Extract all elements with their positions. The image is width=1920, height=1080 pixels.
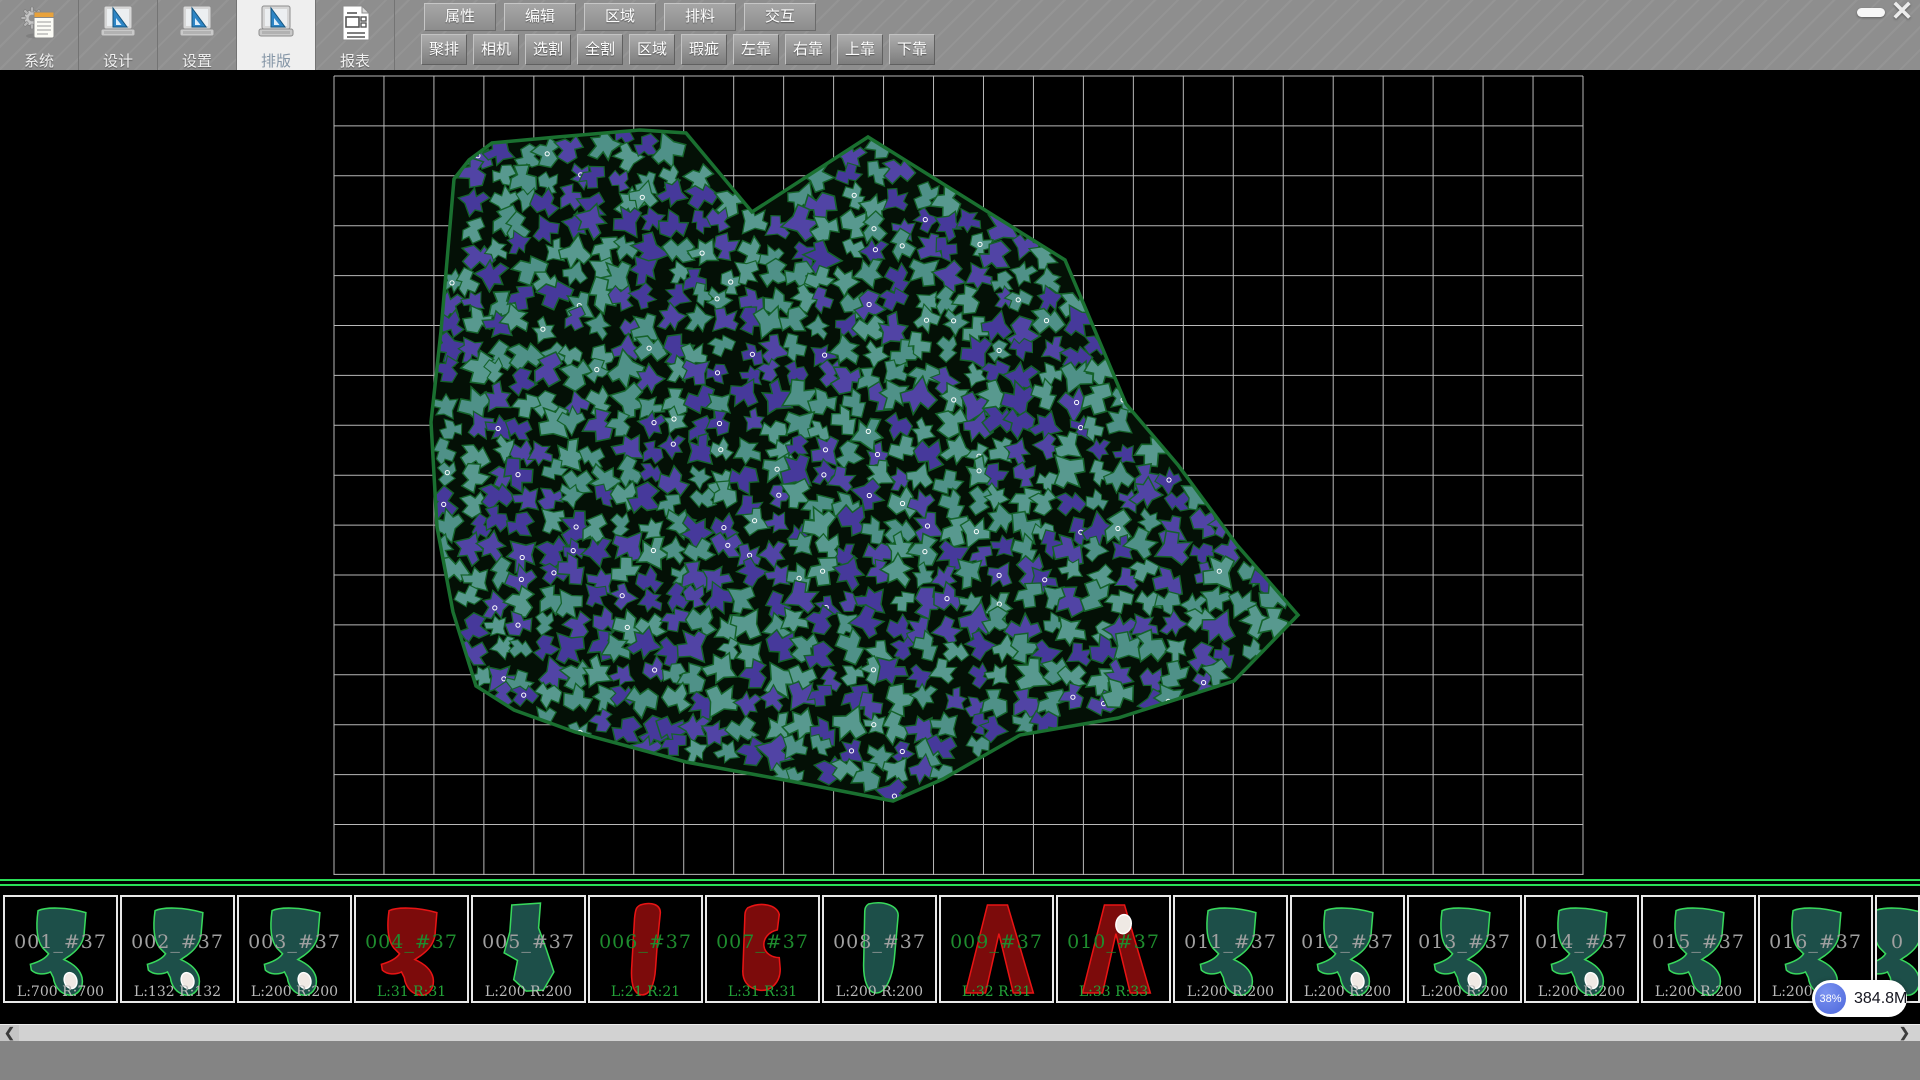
tab-report[interactable]: 报表 [316, 0, 395, 70]
piece-count-label: L:200 R:200 [1643, 984, 1754, 1000]
tool-button-7[interactable]: 左靠 [733, 34, 779, 65]
piece-count-label: L:200 R:200 [1175, 984, 1286, 1000]
piece-id-label: 001_#37 [5, 931, 116, 953]
piece-id-label: 007_#37 [707, 931, 818, 953]
piece-count-label: L:31 R:31 [356, 984, 467, 1000]
piece-count-label: L:200 R:200 [824, 984, 935, 1000]
tab-settings[interactable]: 设置 [158, 0, 237, 70]
memory-status-badge: 38% 384.8M [1812, 980, 1907, 1017]
piece-id-label: 008_#37 [824, 931, 935, 953]
main-tabs: 系统 设计 设置 排版 报表 [0, 0, 395, 70]
settings-icon [177, 0, 217, 48]
tab-label: 排版 [261, 50, 291, 71]
system-icon [19, 0, 59, 48]
thumbnail-cell-007_#37[interactable]: 007_#37 L:31 R:31 [705, 895, 820, 1003]
tab-label: 系统 [24, 50, 54, 71]
menu-button-5[interactable]: 交互 [744, 3, 816, 31]
tool-button-5[interactable]: 区域 [629, 34, 675, 65]
thumbnail-cell-015_#37[interactable]: 015_#37 L:200 R:200 [1641, 895, 1756, 1003]
thumbnail-cell-012_#37[interactable]: 012_#37 L:200 R:200 [1290, 895, 1405, 1003]
piece-count-label: L:200 R:200 [1409, 984, 1520, 1000]
menu-button-3[interactable]: 区域 [584, 3, 656, 31]
piece-id-label: 003_#37 [239, 931, 350, 953]
thumbnail-cell-001_#37[interactable]: 001_#37 L:700 R:700 [3, 895, 118, 1003]
horizontal-scrollbar[interactable]: ❮ ❯ [0, 1024, 1920, 1041]
piece-id-label: 012_#37 [1292, 931, 1403, 953]
piece-count-label: L:200 R:200 [1292, 984, 1403, 1000]
piece-count-label: L:31 R:31 [707, 984, 818, 1000]
progress-percent-badge: 38% [1814, 982, 1847, 1015]
thumbnail-cell-011_#37[interactable]: 011_#37 L:200 R:200 [1173, 895, 1288, 1003]
memory-value: 384.8M [1854, 980, 1907, 1017]
thumbnail-cell-005_#37[interactable]: 005_#37 L:200 R:200 [471, 895, 586, 1003]
piece-id-label: 005_#37 [473, 931, 584, 953]
tab-system[interactable]: 系统 [0, 0, 79, 70]
thumbnail-cell-014_#37[interactable]: 014_#37 L:200 R:200 [1524, 895, 1639, 1003]
thumbnail-cell-004_#37[interactable]: 004_#37 L:31 R:31 [354, 895, 469, 1003]
piece-id-label: 004_#37 [356, 931, 467, 953]
tab-label: 报表 [340, 50, 370, 71]
strip-border-line [0, 879, 1920, 881]
strip-border-line [0, 884, 1920, 886]
minimize-button[interactable] [1857, 8, 1885, 17]
toolbar: 系统设计设置排版报表 属性编辑区域排料交互 聚排相机选割全割区域瑕疵左靠右靠上靠… [0, 0, 1920, 70]
piece-id-label: 006_#37 [590, 931, 701, 953]
tool-button-6[interactable]: 瑕疵 [681, 34, 727, 65]
menu-row: 属性编辑区域排料交互 [424, 3, 824, 31]
piece-count-label: L:32 R:31 [941, 984, 1052, 1000]
piece-id-label: 011_#37 [1175, 931, 1286, 953]
piece-count-label: L:200 R:200 [473, 984, 584, 1000]
nesting-canvas[interactable] [0, 70, 1920, 879]
thumbnail-cell-009_#37[interactable]: 009_#37 L:32 R:31 [939, 895, 1054, 1003]
scroll-right-button[interactable]: ❯ [1895, 1025, 1914, 1041]
scroll-left-button[interactable]: ❮ [0, 1025, 19, 1041]
tool-button-10[interactable]: 下靠 [889, 34, 935, 65]
menu-button-4[interactable]: 排料 [664, 3, 736, 31]
piece-id-label: 015_#37 [1643, 931, 1754, 953]
tab-layout[interactable]: 排版 [237, 0, 316, 70]
tool-button-4[interactable]: 全割 [577, 34, 623, 65]
piece-thumbnail-strip: 001_#37L:700 R:700002_#37L:132 R:132003_… [0, 879, 1920, 1006]
thumbnail-cell-008_#37[interactable]: 008_#37 L:200 R:200 [822, 895, 937, 1003]
footer-bar [0, 1041, 1920, 1080]
piece-id-label: 010_#37 [1058, 931, 1169, 953]
tool-button-9[interactable]: 上靠 [837, 34, 883, 65]
piece-id-label: 014_#37 [1526, 931, 1637, 953]
piece-id-label: 0 [1877, 931, 1918, 953]
thumbnail-cell-003_#37[interactable]: 003_#37 L:200 R:200 [237, 895, 352, 1003]
thumbnail-cell-006_#37[interactable]: 006_#37 L:21 R:21 [588, 895, 703, 1003]
piece-count-label: L:132 R:132 [122, 984, 233, 1000]
tab-label: 设计 [103, 50, 133, 71]
tool-button-1[interactable]: 聚排 [421, 34, 467, 65]
piece-count-label: L:200 R:200 [1526, 984, 1637, 1000]
piece-id-label: 002_#37 [122, 931, 233, 953]
tab-design[interactable]: 设计 [79, 0, 158, 70]
tool-row: 聚排相机选割全割区域瑕疵左靠右靠上靠下靠 [421, 34, 941, 65]
design-icon [98, 0, 138, 48]
menu-button-2[interactable]: 编辑 [504, 3, 576, 31]
report-icon [335, 0, 375, 48]
piece-id-label: 016_#37 [1760, 931, 1871, 953]
piece-count-label: L:700 R:700 [5, 984, 116, 1000]
piece-count-label: L:200 R:200 [239, 984, 350, 1000]
thumbnail-cell-013_#37[interactable]: 013_#37 L:200 R:200 [1407, 895, 1522, 1003]
piece-count-label: L:33 R:33 [1058, 984, 1169, 1000]
tool-button-2[interactable]: 相机 [473, 34, 519, 65]
piece-count-label: L:21 R:21 [590, 984, 701, 1000]
piece-id-label: 009_#37 [941, 931, 1052, 953]
layout-icon [256, 0, 296, 48]
nesting-svg [0, 70, 1920, 879]
thumbnail-cells: 001_#37L:700 R:700002_#37L:132 R:132003_… [3, 895, 1920, 1003]
thumbnail-cell-010_#37[interactable]: 010_#37 L:33 R:33 [1056, 895, 1171, 1003]
tab-label: 设置 [182, 50, 212, 71]
thumbnail-cell-002_#37[interactable]: 002_#37 L:132 R:132 [120, 895, 235, 1003]
close-button[interactable]: ✕ [1886, 0, 1918, 26]
tool-button-8[interactable]: 右靠 [785, 34, 831, 65]
tool-button-3[interactable]: 选割 [525, 34, 571, 65]
menu-button-1[interactable]: 属性 [424, 3, 496, 31]
piece-id-label: 013_#37 [1409, 931, 1520, 953]
